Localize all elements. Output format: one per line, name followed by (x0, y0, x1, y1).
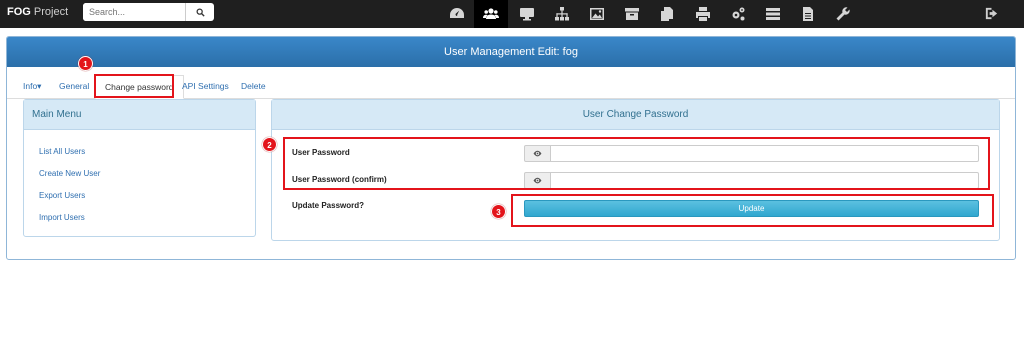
reports-icon[interactable] (791, 0, 825, 28)
main-menu: Main Menu List All Users Create New User… (23, 99, 256, 237)
snapins-icon[interactable] (650, 0, 684, 28)
menu-item-create-new-user[interactable]: Create New User (39, 169, 100, 178)
step-marker-2: 2 (262, 137, 277, 152)
users-icon[interactable] (474, 0, 508, 28)
printers-icon[interactable] (686, 0, 720, 28)
tasks-icon[interactable] (756, 0, 790, 28)
tab-info[interactable]: Info▾ (23, 81, 41, 92)
menu-item-import-users[interactable]: Import Users (39, 213, 85, 222)
highlight-box-2 (283, 137, 990, 190)
top-navbar: FOG Project (0, 0, 1024, 28)
menu-item-export-users[interactable]: Export Users (39, 191, 85, 200)
menu-item-list-all-users[interactable]: List All Users (39, 147, 85, 156)
groups-icon[interactable] (545, 0, 579, 28)
search-button[interactable] (185, 3, 214, 21)
settings-icon[interactable] (826, 0, 860, 28)
search-box (83, 3, 214, 21)
search-input[interactable] (83, 3, 185, 21)
tab-api-settings[interactable]: API Settings (182, 81, 229, 91)
storage-icon[interactable] (615, 0, 649, 28)
hosts-icon[interactable] (510, 0, 544, 28)
update-password-label: Update Password? (292, 201, 365, 210)
main-menu-title: Main Menu (24, 100, 255, 130)
step-marker-1: 1 (78, 56, 93, 71)
search-icon (196, 8, 205, 17)
highlight-box-1 (94, 74, 174, 98)
form-title: User Change Password (272, 100, 999, 130)
services-icon[interactable] (721, 0, 755, 28)
logout-icon[interactable] (984, 6, 999, 26)
tab-general[interactable]: General (59, 81, 89, 91)
dashboard-icon[interactable] (440, 0, 474, 28)
images-icon[interactable] (580, 0, 614, 28)
highlight-box-3 (511, 194, 994, 227)
step-marker-3: 3 (491, 204, 506, 219)
tab-delete[interactable]: Delete (241, 81, 266, 91)
brand-logo[interactable]: FOG Project (7, 6, 68, 18)
panel-title: User Management Edit: fog (7, 37, 1015, 67)
